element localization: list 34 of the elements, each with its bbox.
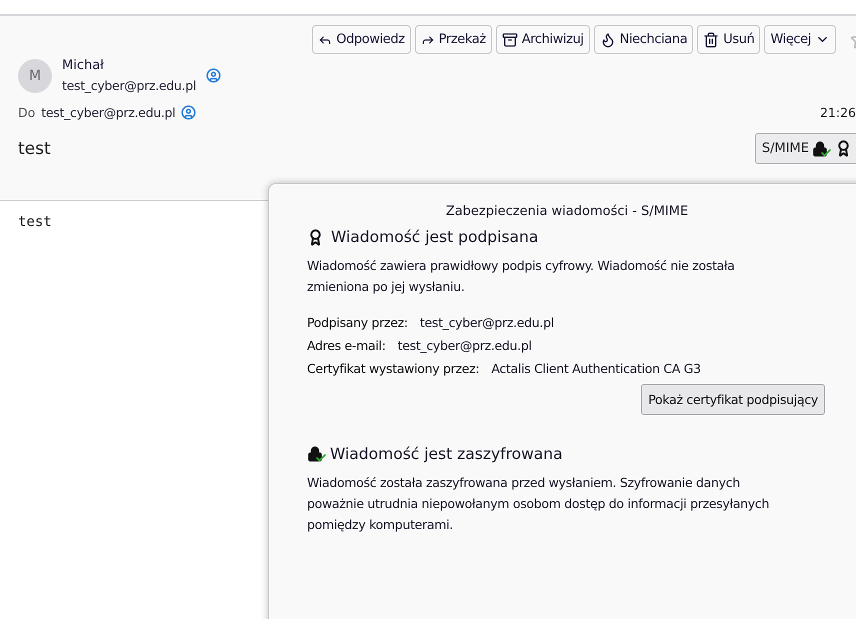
popup-title: Zabezpieczenia wiadomości - S/MIME (444, 204, 690, 219)
contact-icon[interactable] (206, 68, 222, 83)
trash-icon (703, 32, 720, 48)
section-heading: Wiadomość jest podpisana (331, 228, 538, 246)
to-label: Do (18, 105, 36, 120)
junk-button[interactable]: Niechciana (594, 25, 694, 54)
field-value: Actalis Client Authentication CA G3 (491, 361, 701, 376)
recipient-email[interactable]: test_cyber@prz.edu.pl (41, 105, 176, 120)
sender-name[interactable]: Michał (62, 58, 196, 73)
archive-icon (502, 32, 518, 48)
field-label: Podpisany przez: (307, 315, 408, 330)
contact-icon[interactable] (181, 105, 196, 120)
archive-button[interactable]: Archiwizuj (496, 25, 590, 54)
more-button[interactable]: Więcej (764, 25, 836, 54)
field-label: Certyfikat wystawiony przez: (307, 361, 480, 376)
message-subject: test (18, 138, 51, 158)
lock-check-icon (307, 446, 323, 462)
smime-button[interactable]: S/MIME (754, 133, 856, 164)
sender-email[interactable]: test_cyber@prz.edu.pl (62, 78, 196, 93)
section-description: Wiadomość została zaszyfrowana przed wysłaniem. Szyfrowanie danych poważnie utrudnia niepowołanym osobom dostęp do informacji przesyłanych pomiędzy komputerami. (307, 474, 770, 534)
message-time: 21:26 (820, 105, 856, 120)
view-certificate-button[interactable]: Pokaż certyfikat podpisujący (641, 384, 825, 415)
forward-button[interactable]: Przekaż (414, 25, 492, 54)
field-value: test_cyber@prz.edu.pl (398, 338, 532, 353)
section-heading: Wiadomość jest zaszyfrowana (330, 445, 563, 463)
reply-button[interactable]: Odpowiedz (312, 25, 411, 54)
avatar: M (18, 58, 52, 92)
message-body: test (18, 214, 52, 230)
flame-icon (600, 32, 616, 48)
section-description: Wiadomość zawiera prawidłowy podpis cyfrowy. Wiadomość nie została zmieniona po jej wysłaniu. (307, 257, 736, 296)
field-value: test_cyber@prz.edu.pl (420, 315, 554, 330)
field-label: Adres e-mail: (307, 338, 386, 353)
delete-button[interactable]: Usuń (697, 25, 760, 54)
lock-check-icon (812, 140, 828, 156)
